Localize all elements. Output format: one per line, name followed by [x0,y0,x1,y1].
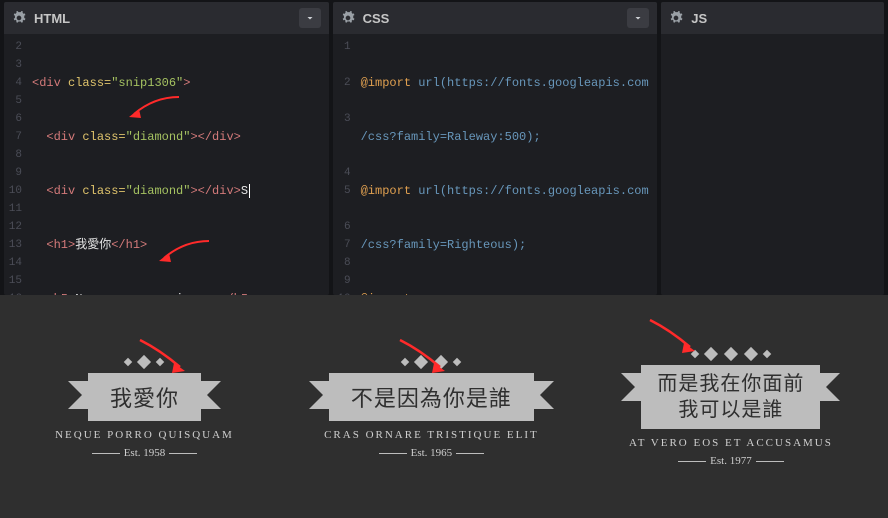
gear-icon[interactable] [669,11,683,25]
annotation-arrow [130,335,200,380]
gear-icon[interactable] [341,11,355,25]
preview-card-3: 而是我在你面前我可以是誰 AT VERO EOS ET ACCUSAMUS Es… [629,345,833,469]
css-code-editor[interactable]: 12345678910 @import url(https://fonts.go… [333,34,658,295]
js-pane-title: JS [691,11,876,26]
css-pane-title: CSS [363,11,628,26]
html-pane-title: HTML [34,11,299,26]
html-pane-header[interactable]: HTML [4,2,329,34]
preview-subtitle: NEQUE PORRO QUISQUAM [55,429,234,441]
js-pane: JS [661,2,884,295]
js-code-editor[interactable] [661,34,884,295]
chevron-down-icon[interactable] [627,8,649,28]
css-gutter: 12345678910 [333,38,357,295]
css-pane: CSS 12345678910 @import url(https://font… [333,2,658,295]
annotation-arrow [390,335,460,380]
html-code-editor[interactable]: 2345678910111213141516 <div class="snip1… [4,34,329,295]
html-code-lines: <div class="snip1306"> <div class="diamo… [32,38,325,295]
preview-title-banner: 而是我在你面前我可以是誰 [641,365,820,429]
html-pane: HTML 2345678910111213141516 <div class="… [4,2,329,295]
preview-subtitle: AT VERO EOS ET ACCUSAMUS [629,437,833,449]
preview-est: Est. 1977 [692,455,770,467]
css-code-lines: @import url(https://fonts.googleapis.com… [361,38,654,295]
gear-icon[interactable] [12,11,26,25]
preview-pane: 我愛你 NEQUE PORRO QUISQUAM Est. 1958 不是因為你… [0,295,888,518]
html-gutter: 2345678910111213141516 [4,38,28,295]
css-pane-header[interactable]: CSS [333,2,658,34]
js-pane-header[interactable]: JS [661,2,884,34]
preview-title: 而是我在你面前我可以是誰 [641,365,820,429]
chevron-down-icon[interactable] [299,8,321,28]
annotation-arrow [640,315,710,360]
preview-subtitle: CRAS ORNARE TRISTIQUE ELIT [324,429,539,441]
editor-panels: HTML 2345678910111213141516 <div class="… [0,0,888,295]
preview-est: Est. 1965 [393,447,471,459]
preview-est: Est. 1958 [106,447,184,459]
